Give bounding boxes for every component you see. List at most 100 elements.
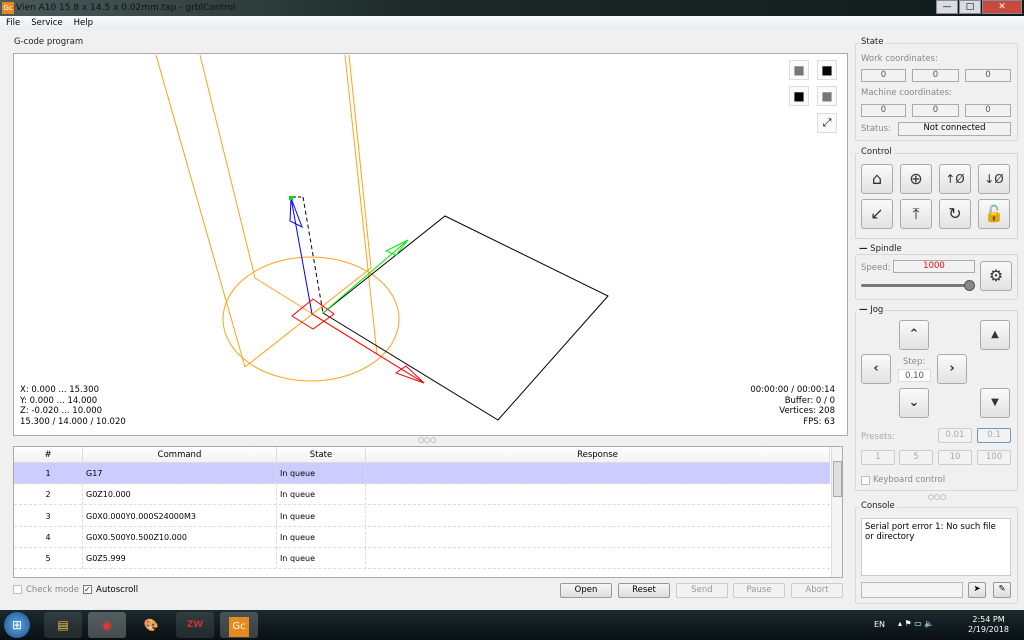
toolpath-visualization: [155, 54, 609, 421]
row-number: 3: [14, 505, 83, 527]
restore-origin-icon[interactable]: ↙: [861, 199, 893, 229]
preset-1[interactable]: 1: [861, 450, 895, 465]
status-label: Status:: [861, 124, 891, 134]
speed-slider[interactable]: [861, 284, 973, 287]
jog-z-plus-icon[interactable]: ▲: [980, 320, 1010, 350]
clear-console-icon[interactable]: ✎: [993, 582, 1011, 598]
jog-y-plus-icon[interactable]: ⌃: [899, 320, 929, 350]
home-icon[interactable]: ⌂: [861, 164, 893, 194]
3d-viewport[interactable]: X: 0.000 ... 15.300 Y: 0.000 ... 14.000 Z:…: [13, 53, 848, 436]
start-button[interactable]: ⊞: [4, 612, 30, 638]
language-indicator[interactable]: EN: [874, 620, 885, 629]
reset-icon[interactable]: ↻: [939, 199, 971, 229]
zero-probe-icon[interactable]: ⊕: [900, 164, 932, 194]
view-front-icon[interactable]: ■: [817, 60, 837, 80]
splitter-handle[interactable]: ○○○: [418, 436, 436, 444]
preset-100[interactable]: 100: [977, 450, 1011, 465]
grblcontrol-taskbar-icon[interactable]: Gc: [220, 612, 258, 638]
tray-icons[interactable]: ▴ ⚑ ▭ 🔈: [898, 619, 934, 628]
preset-5[interactable]: 5: [899, 450, 933, 465]
panel-splitter-handle[interactable]: ○○○: [928, 493, 946, 501]
autoscroll-checkbox[interactable]: ✓: [83, 585, 92, 594]
step-label: Step:: [903, 357, 926, 367]
maximize-button[interactable]: □: [959, 0, 981, 14]
jog-z-minus-icon[interactable]: ▼: [980, 388, 1010, 418]
time-info: 00:00:00 / 00:00:14: [750, 385, 835, 395]
table-row[interactable]: 1 G17 In queue: [14, 463, 830, 484]
unlock-icon[interactable]: 🔓: [978, 199, 1010, 229]
row-state: In queue: [277, 484, 366, 506]
fit-view-icon[interactable]: ⤢: [817, 113, 837, 133]
preset-0.01[interactable]: 0.01: [938, 428, 972, 443]
col-header-state[interactable]: State: [277, 447, 366, 463]
col-header-command[interactable]: Command: [83, 447, 277, 463]
preset-10[interactable]: 10: [938, 450, 972, 465]
jog-label[interactable]: — Jog: [857, 305, 886, 315]
machine-coordinates-label: Machine coordinates:: [861, 88, 952, 98]
row-state: In queue: [277, 463, 366, 484]
scrollbar-thumb[interactable]: [833, 461, 842, 497]
x-axis-arrow: [311, 313, 425, 384]
preset-0.1[interactable]: 0.1: [977, 428, 1011, 443]
view-iso-icon[interactable]: ■: [817, 86, 837, 106]
tool-position-marker: [289, 196, 293, 200]
reset-button[interactable]: Reset: [618, 583, 670, 598]
console-label: Console: [859, 501, 897, 511]
jog-x-minus-icon[interactable]: ‹: [861, 354, 891, 384]
table-row[interactable]: 5 G0Z5.999 In queue: [14, 548, 830, 570]
row-state: In queue: [277, 505, 366, 527]
app-zw-icon[interactable]: ZW: [176, 612, 214, 638]
work-z: 0: [965, 69, 1011, 82]
row-command: G17: [83, 463, 277, 484]
check-mode-checkbox[interactable]: [13, 585, 22, 594]
machine-z: 0: [965, 104, 1011, 117]
close-button[interactable]: ✕: [982, 0, 1022, 14]
x-range: X: 0.000 ... 15.300: [20, 385, 99, 395]
speed-value[interactable]: 1000: [893, 260, 975, 273]
chrome-icon[interactable]: ◉: [88, 612, 126, 638]
row-number: 4: [14, 526, 83, 548]
table-row[interactable]: 3 G0X0.000Y0.000S24000M3 In queue: [14, 505, 830, 527]
spindle-toggle-icon[interactable]: ⚙: [980, 261, 1012, 291]
minimize-button[interactable]: —: [936, 0, 958, 14]
table-row[interactable]: 2 G0Z10.000 In queue: [14, 484, 830, 506]
jog-x-plus-icon[interactable]: ›: [937, 354, 967, 384]
jog-title: Jog: [870, 305, 884, 315]
open-button[interactable]: Open: [560, 583, 612, 598]
work-coordinates-label: Work coordinates:: [861, 54, 938, 64]
fps-info: FPS: 63: [803, 416, 835, 427]
bounds-info: X: 0.000 ... 15.300 Y: 0.000 ... 14.000 Z:…: [20, 385, 126, 427]
row-state: In queue: [277, 548, 366, 570]
taskbar: ⊞ ▤ ◉ 🎨 ZW Gc EN ▴ ⚑ ▭ 🔈 2:54 PM 2/19/201…: [0, 610, 1024, 640]
zero-z-icon[interactable]: ↓Ø: [978, 164, 1010, 194]
speed-slider-handle[interactable]: [964, 280, 975, 291]
paint-icon[interactable]: 🎨: [132, 612, 170, 638]
clock[interactable]: 2:54 PM 2/19/2018: [968, 615, 1009, 635]
pause-button[interactable]: Pause: [733, 583, 785, 598]
row-response: [366, 527, 830, 548]
explorer-icon[interactable]: ▤: [44, 612, 82, 638]
spindle-label[interactable]: — Spindle: [857, 244, 904, 254]
view-top-icon[interactable]: ■: [789, 60, 809, 80]
safe-position-icon[interactable]: ⤒: [900, 199, 932, 229]
zero-xy-icon[interactable]: ↑Ø: [939, 164, 971, 194]
size-info: 15.300 / 14.000 / 10.020: [20, 416, 126, 427]
jog-y-minus-icon[interactable]: ⌄: [899, 388, 929, 418]
table-row[interactable]: 4 G0X0.500Y0.500Z10.000 In queue: [14, 526, 830, 548]
keyboard-control-checkbox[interactable]: [861, 476, 870, 485]
table-scrollbar[interactable]: [831, 447, 842, 577]
view-left-icon[interactable]: ■: [789, 86, 809, 106]
send-button[interactable]: Send: [676, 583, 728, 598]
col-header-number[interactable]: #: [14, 447, 83, 463]
spindle-title: Spindle: [870, 244, 902, 254]
row-response: [366, 484, 830, 505]
col-header-response[interactable]: Response: [366, 447, 830, 463]
send-command-icon[interactable]: ➤: [968, 582, 986, 598]
abort-button[interactable]: Abort: [791, 583, 843, 598]
console-input[interactable]: [861, 582, 963, 598]
console-output[interactable]: Serial port error 1: No such file or dir…: [861, 518, 1011, 576]
row-command: G0X0.500Y0.500Z10.000: [83, 526, 277, 548]
step-input[interactable]: 0.10: [898, 369, 931, 382]
control-label: Control: [859, 147, 894, 157]
row-number: 5: [14, 548, 83, 570]
